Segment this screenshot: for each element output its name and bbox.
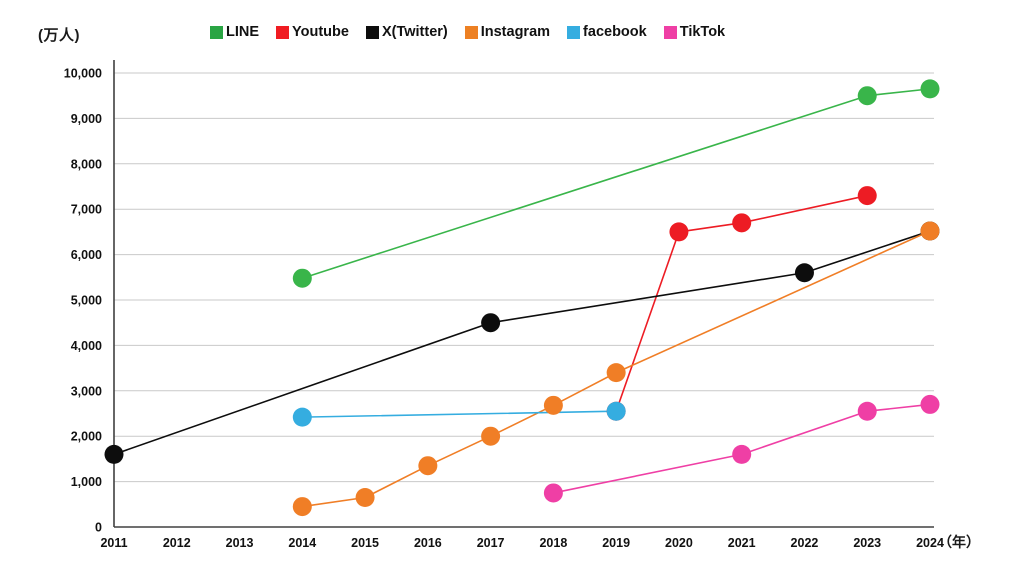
data-point-x-twitter[interactable] (481, 313, 501, 333)
data-point-tiktok[interactable] (920, 394, 940, 414)
y-axis-tick-label: 4,000 (71, 339, 102, 353)
y-axis-tick-label: 5,000 (71, 294, 102, 308)
series-lines (113, 88, 931, 508)
x-axis-tick-label: 2022 (791, 536, 819, 550)
x-axis-tick-label: 2017 (477, 536, 505, 550)
x-axis-tick-label: 2015 (351, 536, 379, 550)
data-point-instagram[interactable] (481, 426, 501, 446)
data-point-instagram[interactable] (292, 497, 312, 517)
x-axis-tick-labels: 2011 2012 2013 2014 2015 2016 2017 2018 2019 2020… (100, 536, 944, 550)
chart-page: (万人) LINE Youtube X(Twitter) Instagram faceb… (0, 0, 1024, 576)
x-axis-tick-label: 2011 (100, 536, 127, 550)
series-markers (104, 79, 940, 517)
data-point-x-twitter[interactable] (104, 444, 124, 464)
data-point-youtube[interactable] (857, 186, 877, 206)
y-axis-tick-label: 7,000 (71, 203, 102, 217)
x-axis-tick-label: 2021 (728, 536, 756, 550)
x-axis-unit-label: （年） (938, 534, 980, 550)
plot-area: 10,000 9,000 8,000 7,000 6,000 5,000 4,000 3,00… (0, 0, 1024, 576)
data-point-instagram[interactable] (543, 395, 563, 415)
x-axis-tick-label: 2019 (602, 536, 630, 550)
y-axis-tick-label: 10,000 (64, 67, 102, 81)
series-line-facebook (301, 410, 617, 418)
data-point-instagram[interactable] (355, 487, 375, 507)
data-point-line[interactable] (292, 268, 312, 288)
axes (113, 60, 934, 528)
x-axis-tick-label: 2020 (665, 536, 693, 550)
x-axis-tick-label: 2018 (539, 536, 567, 550)
y-axis-tick-label: 9,000 (71, 112, 102, 126)
data-point-youtube[interactable] (732, 213, 752, 233)
data-point-tiktok[interactable] (732, 444, 752, 464)
data-point-line[interactable] (920, 79, 940, 99)
data-point-instagram[interactable] (920, 221, 940, 241)
data-point-youtube[interactable] (669, 222, 689, 242)
data-point-line[interactable] (857, 86, 877, 106)
x-axis-tick-label: 2014 (288, 536, 316, 550)
data-point-tiktok[interactable] (543, 483, 563, 503)
line-chart: 10,000 9,000 8,000 7,000 6,000 5,000 4,000 3,00… (64, 60, 944, 550)
data-point-instagram[interactable] (606, 363, 626, 383)
x-axis-tick-label: 2013 (226, 536, 254, 550)
y-axis-tick-labels: 10,000 9,000 8,000 7,000 6,000 5,000 4,000 3,00… (64, 67, 102, 535)
data-point-instagram[interactable] (418, 456, 438, 476)
x-axis-tick-label: 2023 (853, 536, 881, 550)
y-axis-tick-label: 2,000 (71, 430, 102, 444)
data-point-tiktok[interactable] (857, 401, 877, 421)
y-axis-tick-label: 6,000 (71, 248, 102, 262)
y-axis-tick-label: 8,000 (71, 157, 102, 171)
y-axis-tick-label: 3,000 (71, 384, 102, 398)
data-point-facebook[interactable] (292, 407, 312, 427)
x-axis-tick-label: 2012 (163, 536, 191, 550)
series-line-line (301, 88, 931, 280)
y-axis-tick-label: 1,000 (71, 475, 102, 489)
y-axis-tick-label: 0 (95, 521, 102, 535)
data-point-x-twitter[interactable] (794, 263, 814, 283)
data-point-facebook[interactable] (606, 401, 626, 421)
x-axis-tick-label: 2016 (414, 536, 442, 550)
